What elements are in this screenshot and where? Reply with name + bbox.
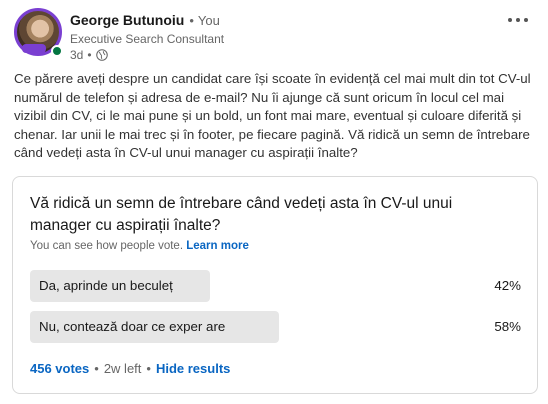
post-meta: 3d • bbox=[70, 47, 224, 63]
online-status-icon bbox=[51, 45, 63, 57]
learn-more-link[interactable]: Learn more bbox=[186, 240, 249, 252]
footer-separator: • bbox=[146, 360, 151, 376]
author-headline: Executive Search Consultant bbox=[70, 32, 225, 46]
poll-visibility-text: You can see how people vote. bbox=[30, 240, 184, 252]
poll-option[interactable]: Nu, contează doar ce exper are 58% bbox=[30, 311, 521, 343]
poll-card: Vă ridică un semn de întrebare când vede… bbox=[12, 176, 538, 394]
footer-separator: • bbox=[94, 360, 99, 376]
post-body-text: Ce părere aveți despre un candidat care … bbox=[14, 71, 531, 161]
poll-time-left: 2w left bbox=[103, 360, 142, 376]
more-options-icon[interactable] bbox=[504, 10, 532, 30]
author-block: George Butunoiu • You Executive Search C… bbox=[70, 10, 224, 63]
author-relation: You bbox=[197, 12, 220, 28]
avatar-wrap[interactable] bbox=[14, 8, 63, 57]
post-time: 3d bbox=[70, 48, 84, 62]
poll-footer: 456 votes • 2w left • Hide results bbox=[30, 359, 230, 377]
meta-separator: • bbox=[87, 48, 92, 62]
poll-option-label: Nu, contează doar ce exper are bbox=[39, 319, 226, 334]
author-separator: • bbox=[189, 12, 194, 28]
poll-option[interactable]: Da, aprinde un beculeț 42% bbox=[30, 270, 521, 302]
poll-visibility-note: You can see how people vote. Learn more bbox=[30, 240, 249, 252]
poll-option-percent: 58% bbox=[494, 319, 521, 334]
hide-results-button[interactable]: Hide results bbox=[156, 361, 230, 376]
author-line: George Butunoiu • You bbox=[70, 10, 224, 30]
votes-count-link[interactable]: 456 votes bbox=[30, 361, 89, 376]
open-to-work-ring-badge bbox=[22, 44, 46, 53]
post-header: George Butunoiu • You Executive Search C… bbox=[14, 8, 534, 64]
poll-option-label: Da, aprinde un beculeț bbox=[39, 278, 173, 293]
author-name[interactable]: George Butunoiu bbox=[70, 12, 184, 28]
globe-icon bbox=[95, 49, 108, 61]
poll-question: Vă ridică un semn de întrebare când vede… bbox=[30, 195, 453, 234]
poll-option-percent: 42% bbox=[494, 278, 521, 293]
